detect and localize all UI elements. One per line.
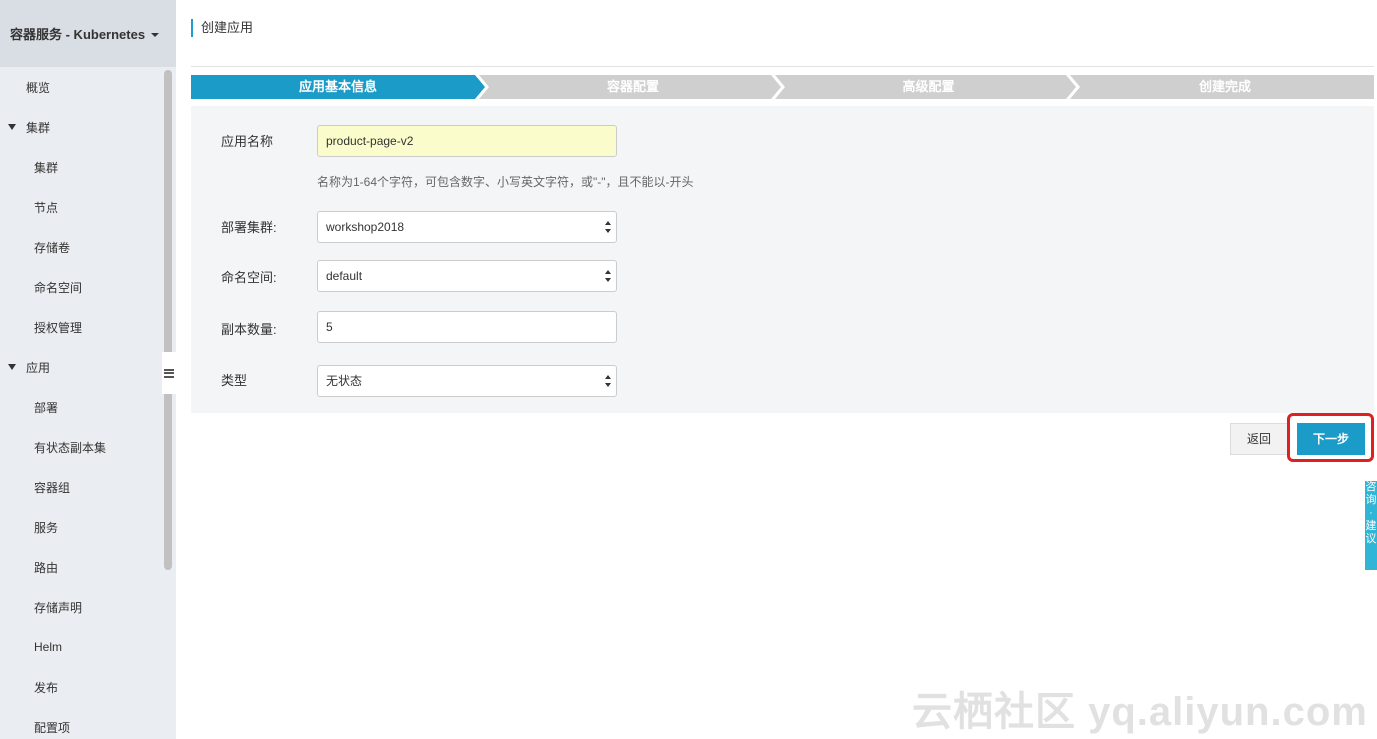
triangle-down-icon	[8, 364, 16, 370]
sidebar-item-label: 容器组	[34, 480, 71, 495]
sidebar-item-label: 服务	[34, 520, 59, 535]
sidebar-item-pvc[interactable]: 存储声明	[0, 587, 176, 627]
namespace-select[interactable]: default	[317, 260, 617, 292]
sidebar-item-overview[interactable]: 概览	[0, 67, 176, 107]
sidebar-item-services[interactable]: 服务	[0, 507, 176, 547]
sidebar-item-clusters[interactable]: 集群	[0, 147, 176, 187]
product-switcher[interactable]: 容器服务 - Kubernetes	[0, 0, 176, 67]
step-advanced-config: 高级配置	[902, 79, 955, 94]
next-button[interactable]: 下一步	[1297, 423, 1365, 455]
triangle-down-icon	[8, 124, 16, 130]
sidebar-item-label: 概览	[26, 80, 51, 95]
sidebar-collapse-toggle[interactable]	[162, 352, 176, 394]
sidebar-group-applications[interactable]: 应用	[0, 347, 176, 387]
app-name-label: 应用名称	[221, 134, 274, 149]
step-container-config: 容器配置	[606, 79, 659, 94]
sidebar-item-releases[interactable]: 发布	[0, 667, 176, 707]
app-name-hint: 名称为1-64个字符，可包含数字、小写英文字符，或"-"，且不能以-开头	[317, 175, 694, 189]
sidebar-item-label: 部署	[34, 400, 59, 415]
product-switcher-label: 容器服务 - Kubernetes	[10, 27, 146, 42]
cluster-select[interactable]: workshop2018	[317, 211, 617, 243]
type-select[interactable]: 无状态	[317, 365, 617, 397]
divider	[191, 66, 1374, 67]
sidebar-item-ingress[interactable]: 路由	[0, 547, 176, 587]
namespace-label: 命名空间:	[221, 270, 277, 285]
sidebar-item-label: 配置项	[34, 720, 71, 735]
sidebar-item-label: 路由	[34, 560, 59, 575]
sidebar-item-nodes[interactable]: 节点	[0, 187, 176, 227]
sidebar-item-label: 节点	[34, 200, 59, 215]
sidebar-scrollbar[interactable]	[164, 70, 172, 570]
sidebar-item-authorization[interactable]: 授权管理	[0, 307, 176, 347]
select-arrows-icon	[605, 375, 611, 387]
sidebar-item-deployments[interactable]: 部署	[0, 387, 176, 427]
watermark: 云栖社区 yq.aliyun.com	[912, 690, 1368, 734]
sidebar-group-label: 集群	[26, 120, 51, 135]
sidebar-item-statefulsets[interactable]: 有状态副本集	[0, 427, 176, 467]
sidebar-item-label: 存储卷	[34, 240, 71, 255]
back-button[interactable]: 返回	[1230, 423, 1288, 455]
app-name-input[interactable]	[317, 125, 617, 157]
sidebar-item-label: 授权管理	[34, 320, 83, 335]
sidebar: 容器服务 - Kubernetes 概览 集群 集群 节点 存储卷 命名空间 授…	[0, 0, 176, 739]
type-label: 类型	[221, 373, 248, 388]
sidebar-group-cluster[interactable]: 集群	[0, 107, 176, 147]
caret-down-icon	[151, 32, 160, 37]
sidebar-item-pods[interactable]: 容器组	[0, 467, 176, 507]
step-complete: 创建完成	[1198, 79, 1251, 94]
namespace-select-value: default	[326, 269, 363, 283]
sidebar-item-label: 集群	[34, 160, 59, 175]
sidebar-item-namespaces[interactable]: 命名空间	[0, 267, 176, 307]
feedback-tab[interactable]: 咨询·建议	[1365, 481, 1377, 570]
cluster-label: 部署集群:	[221, 220, 277, 235]
sidebar-group-label: 应用	[26, 360, 51, 375]
type-select-value: 无状态	[326, 374, 363, 388]
sidebar-item-volumes[interactable]: 存储卷	[0, 227, 176, 267]
step-basic-info: 应用基本信息	[298, 79, 377, 94]
sidebar-item-label: Helm	[34, 640, 63, 654]
basic-info-form: 应用名称 名称为1-64个字符，可包含数字、小写英文字符，或"-"，且不能以-开…	[191, 106, 1374, 413]
sidebar-menu: 概览 集群 集群 节点 存储卷 命名空间 授权管理 应用 部署 有状态副本集 容…	[0, 67, 176, 739]
sidebar-item-configmaps[interactable]: 配置项	[0, 707, 176, 739]
select-arrows-icon	[605, 270, 611, 282]
sidebar-item-helm[interactable]: Helm	[0, 627, 176, 667]
sidebar-item-label: 命名空间	[34, 280, 83, 295]
page-title: 创建应用	[191, 19, 253, 37]
replicas-input[interactable]	[317, 311, 617, 343]
sidebar-item-label: 有状态副本集	[34, 440, 107, 455]
wizard-steps: 应用基本信息 容器配置 高级配置 创建完成	[191, 75, 1374, 99]
sidebar-item-label: 发布	[34, 680, 59, 695]
menu-collapse-icon	[164, 368, 174, 378]
cluster-select-value: workshop2018	[326, 220, 405, 234]
sidebar-item-label: 存储声明	[34, 600, 83, 615]
select-arrows-icon	[605, 221, 611, 233]
replicas-label: 副本数量:	[221, 322, 277, 337]
